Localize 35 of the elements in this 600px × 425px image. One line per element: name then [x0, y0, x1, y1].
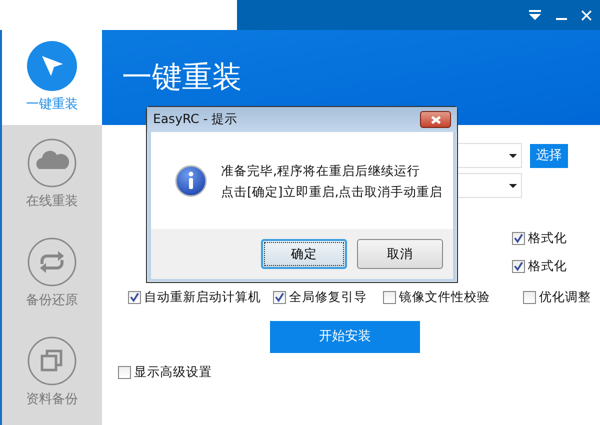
caret-icon [509, 154, 517, 158]
choose-button[interactable]: 选择 [530, 144, 568, 168]
checkbox[interactable] [118, 366, 131, 379]
copy-icon [27, 336, 77, 386]
sync-icon [27, 236, 77, 287]
message-text: 准备完毕,程序将在重启后继续运行 [221, 162, 421, 180]
message-text: 点击[确定]立即重启,点击取消手动重启 [221, 182, 443, 200]
close-icon [428, 114, 442, 124]
minimize-icon [556, 18, 567, 20]
checkbox-label[interactable]: 自动重新启动计算机 [144, 288, 261, 307]
info-icon [175, 164, 207, 196]
sidebar-item[interactable]: 一键重装 [2, 30, 102, 125]
dialog-button[interactable]: 确定 [261, 239, 347, 269]
dropdown-menu-icon [528, 10, 542, 20]
checkbox-label[interactable]: 格式化 [528, 228, 567, 248]
checkbox-label[interactable]: 格式化 [528, 256, 567, 276]
checkbox-label[interactable]: 全局修复引导 [289, 288, 367, 307]
checkbox[interactable] [128, 290, 141, 304]
checkbox[interactable] [512, 232, 525, 244]
dialog-button[interactable]: 取消 [357, 239, 443, 269]
checkbox[interactable] [383, 290, 396, 304]
close-button[interactable] [420, 111, 451, 128]
close-icon [581, 10, 592, 20]
dialog-title: EasyRC - 提示 [153, 110, 238, 128]
cursor-icon [27, 40, 77, 91]
caret-icon [509, 184, 517, 188]
checkbox-label[interactable]: 显示高级设置 [134, 362, 212, 382]
checkbox-label[interactable]: 优化调整 [539, 288, 591, 307]
checkbox[interactable] [273, 290, 286, 304]
cloud-icon [27, 138, 77, 188]
checkbox[interactable] [512, 260, 525, 272]
checkbox[interactable] [523, 290, 536, 304]
page-title: 一键重装 [122, 59, 242, 97]
checkbox-label[interactable]: 镜像文件性校验 [399, 288, 490, 307]
start-install-button[interactable]: 开始安装 [270, 320, 420, 353]
